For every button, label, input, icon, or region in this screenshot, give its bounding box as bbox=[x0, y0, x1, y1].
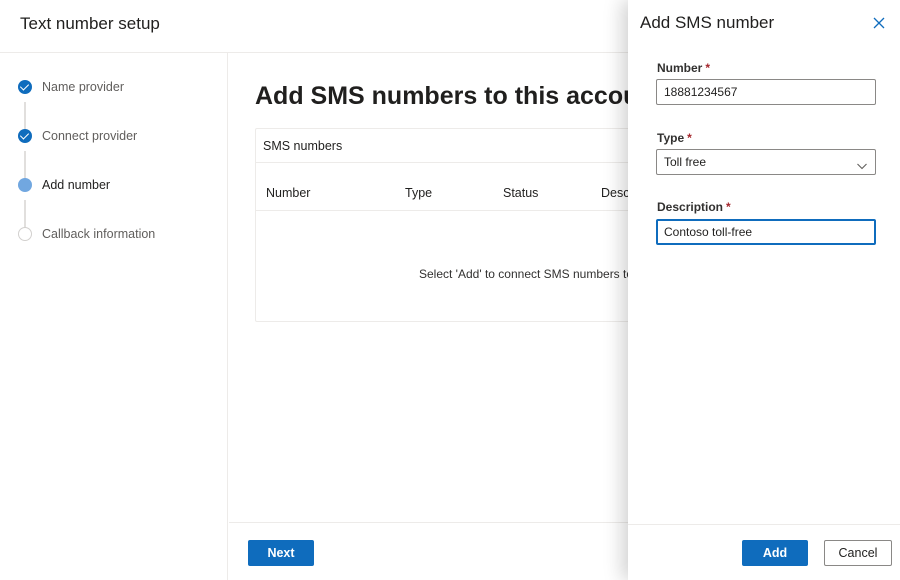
divider bbox=[256, 162, 674, 163]
column-header-type[interactable]: Type bbox=[405, 186, 432, 200]
required-marker: * bbox=[687, 131, 692, 145]
table-title: SMS numbers bbox=[263, 139, 343, 153]
cancel-button[interactable]: Cancel bbox=[824, 540, 892, 566]
checkmark-icon bbox=[18, 80, 32, 94]
description-field[interactable]: Contoso toll-free bbox=[656, 219, 876, 245]
pending-step-icon bbox=[18, 227, 32, 241]
column-header-number[interactable]: Number bbox=[266, 186, 310, 200]
step-callback-information: Callback information bbox=[18, 224, 155, 244]
number-label: Number * bbox=[657, 61, 711, 75]
add-sms-number-panel: Add SMS number Number * 18881234567 Type *… bbox=[628, 0, 900, 580]
step-label: Add number bbox=[42, 178, 111, 192]
current-step-icon bbox=[18, 178, 32, 192]
step-label: Connect provider bbox=[42, 129, 138, 143]
required-marker: * bbox=[726, 200, 731, 214]
checkmark-icon bbox=[18, 129, 32, 143]
type-selected-value: Toll free bbox=[664, 155, 707, 169]
add-button[interactable]: Add bbox=[742, 540, 808, 566]
chevron-down-icon bbox=[856, 156, 868, 170]
close-icon[interactable] bbox=[871, 15, 887, 31]
main-heading: Add SMS numbers to this account bbox=[255, 82, 662, 110]
number-field[interactable]: 18881234567 bbox=[656, 79, 876, 105]
step-label: Callback information bbox=[42, 227, 156, 241]
step-name-provider[interactable]: Name provider bbox=[18, 77, 124, 97]
required-marker: * bbox=[705, 61, 711, 75]
column-header-status[interactable]: Status bbox=[503, 186, 538, 200]
page-title: Text number setup bbox=[20, 14, 160, 33]
step-add-number[interactable]: Add number bbox=[18, 175, 110, 195]
type-dropdown[interactable]: Toll free bbox=[656, 149, 876, 175]
setup-stepper: Name provider Connect provider Add numbe… bbox=[0, 53, 228, 580]
next-button[interactable]: Next bbox=[248, 540, 314, 566]
sms-numbers-table: SMS numbers Number Type Status Descripti… bbox=[255, 128, 704, 322]
panel-title: Add SMS number bbox=[640, 13, 775, 32]
panel-footer-divider bbox=[628, 524, 900, 525]
description-label: Description * bbox=[657, 200, 731, 214]
divider bbox=[256, 210, 674, 211]
type-label: Type * bbox=[657, 131, 692, 145]
step-connect-provider[interactable]: Connect provider bbox=[18, 126, 137, 146]
step-label: Name provider bbox=[42, 80, 124, 94]
